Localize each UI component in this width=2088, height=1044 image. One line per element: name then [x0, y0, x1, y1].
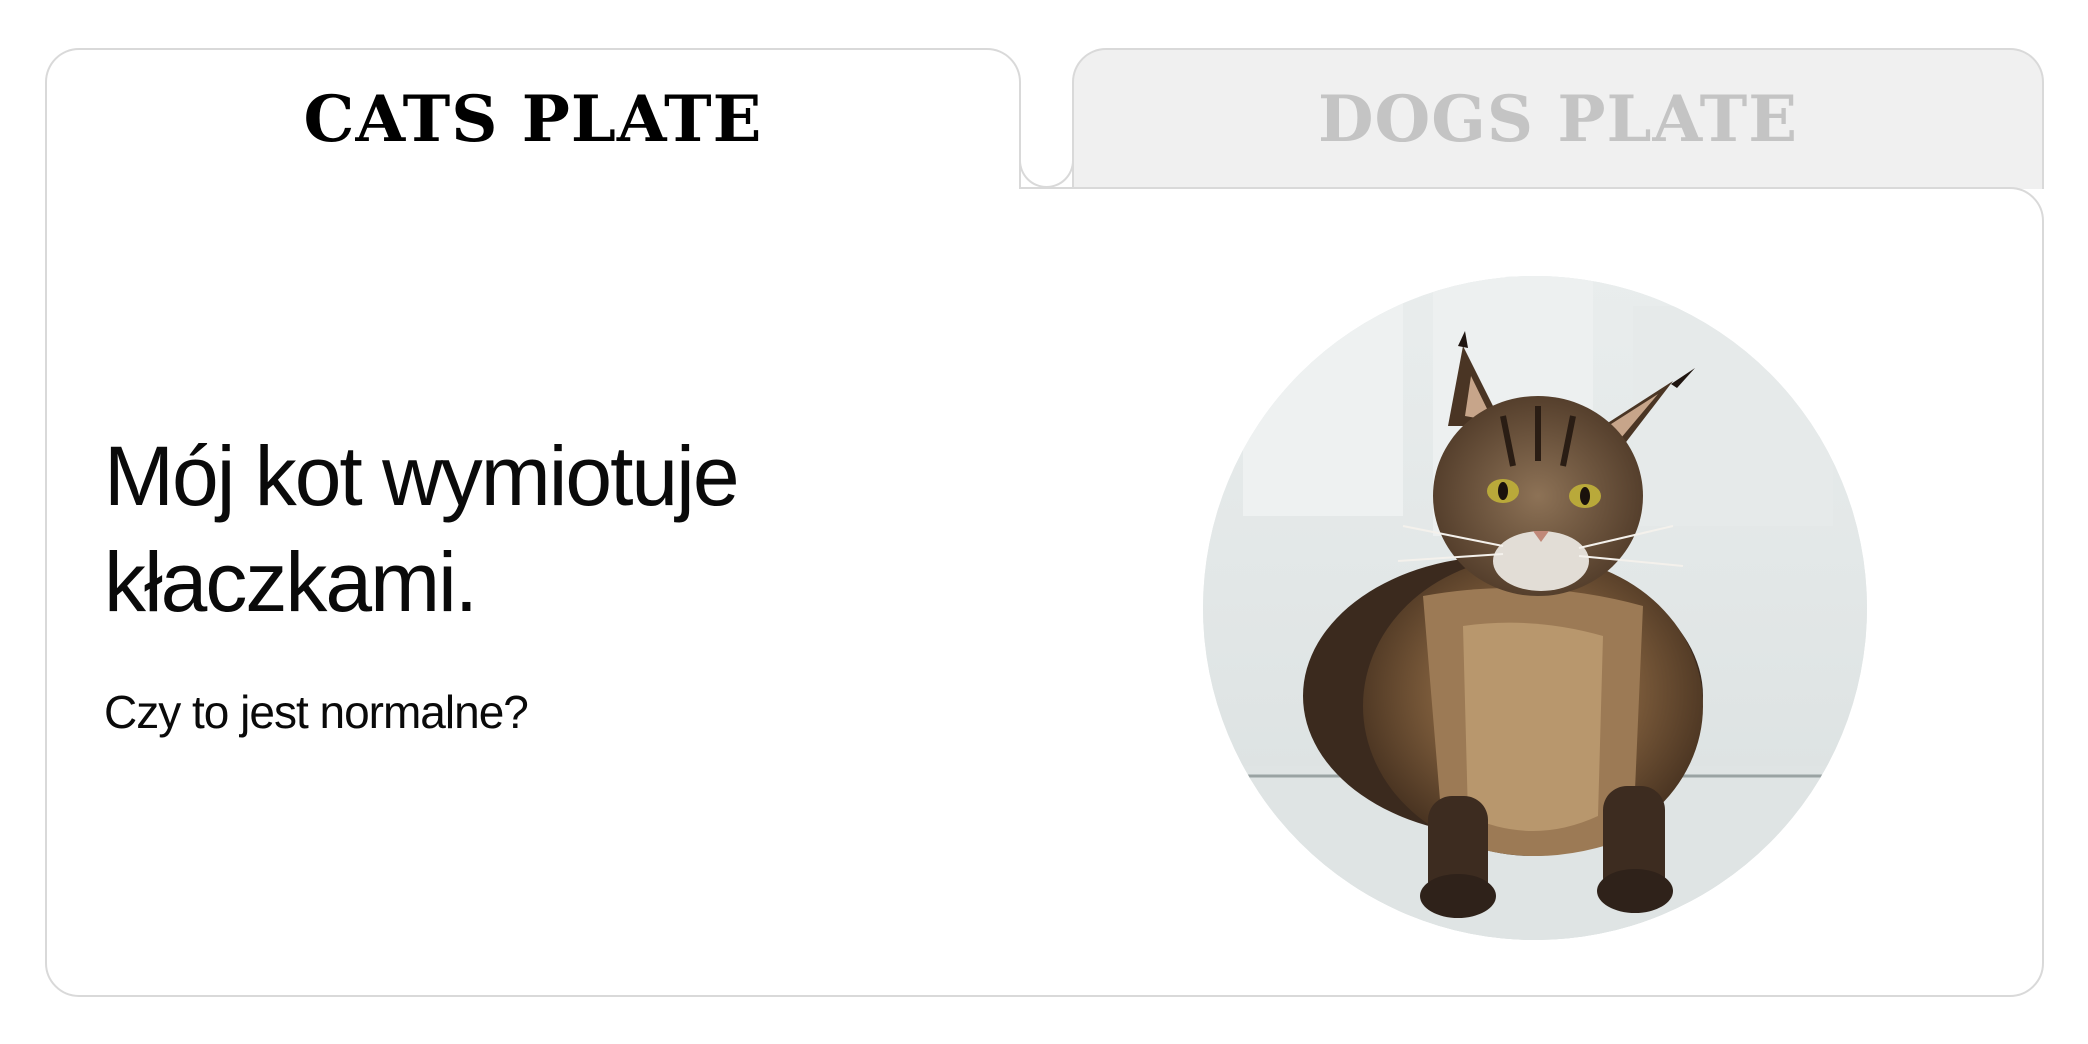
subtitle: Czy to jest normalne?	[104, 686, 529, 738]
tab-cats-plate[interactable]: CATS PLATE	[45, 48, 1021, 189]
cat-photo	[1203, 276, 1867, 940]
tab-dogs-plate[interactable]: DOGS PLATE	[1072, 48, 2044, 189]
headline: Mój kot wymiotuje kłaczkami.	[104, 423, 1004, 635]
plate-selector: CATS PLATE DOGS PLATE Mój kot wymiotuje …	[0, 0, 2088, 1044]
tab-dogs-label: DOGS PLATE	[1317, 82, 1799, 157]
headline-line-1: Mój kot wymiotuje	[104, 429, 740, 523]
headline-line-2: kłaczkami.	[104, 535, 478, 629]
active-tab-join	[47, 185, 1019, 191]
tab-notch	[1019, 150, 1074, 188]
tab-cats-label: CATS PLATE	[303, 82, 763, 157]
